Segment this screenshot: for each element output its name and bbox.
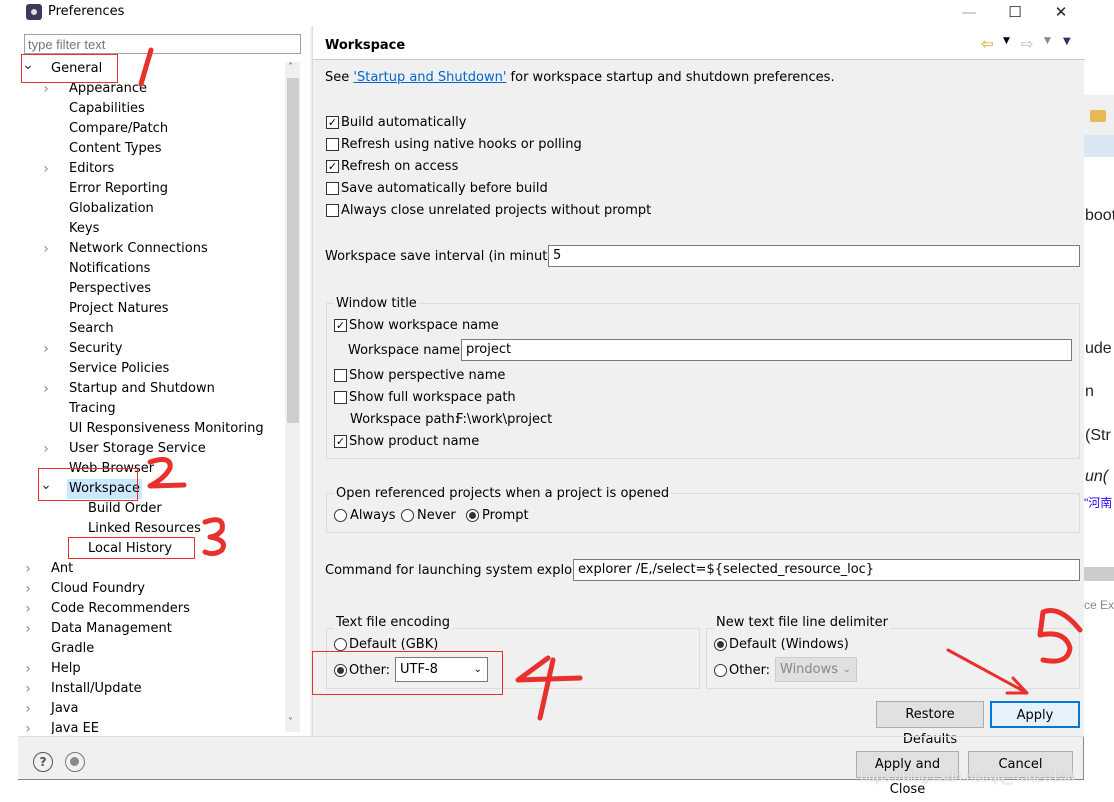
- annotation-number-2: [147, 457, 187, 489]
- annotation-number-4: [515, 655, 583, 721]
- annotation-number-1: [138, 47, 154, 87]
- annotation-arrow: [946, 648, 1029, 695]
- annotation-number-5: [1037, 608, 1083, 664]
- handwritten-annotations: [138, 47, 1083, 721]
- annotation-number-3: [202, 517, 226, 557]
